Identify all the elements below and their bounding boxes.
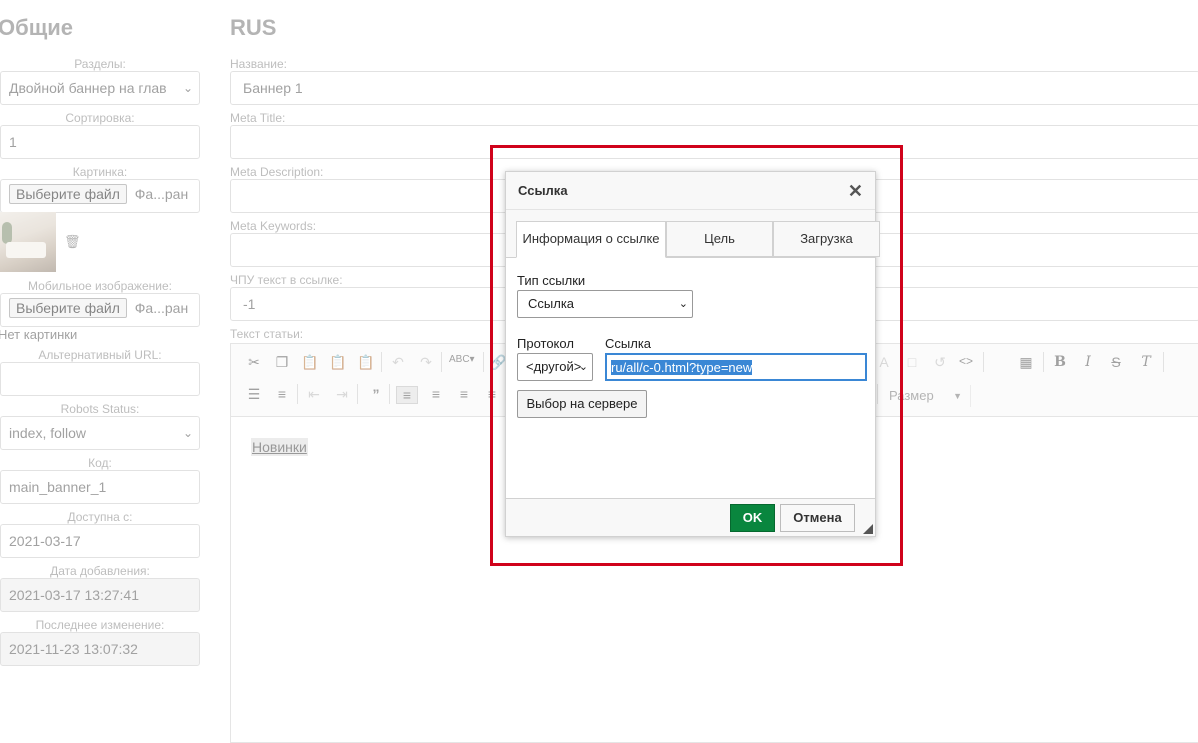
copy-icon[interactable]: ❐: [271, 354, 293, 371]
url-input[interactable]: ru/all/c-0.html?type=new: [605, 353, 867, 381]
paste-word-icon[interactable]: 📋: [355, 354, 377, 371]
mobile-choose-file-button[interactable]: Выберите файл: [9, 298, 127, 318]
tab-upload[interactable]: Загрузка: [773, 221, 880, 257]
numbered-list-icon[interactable]: ☰: [243, 386, 265, 403]
robots-select-value: index, follow: [9, 425, 87, 441]
tab-link-info[interactable]: Информация о ссылке: [516, 221, 666, 258]
link-type-value: Ссылка: [528, 296, 575, 311]
align-right-icon[interactable]: ≡: [453, 386, 475, 402]
ok-button[interactable]: OK: [730, 504, 775, 532]
bulleted-list-icon[interactable]: ≡: [271, 386, 293, 402]
article-label: Текст статьи:: [230, 327, 304, 341]
protocol-value: <другой>: [526, 359, 582, 374]
mobile-image-label: Мобильное изображение:: [28, 279, 172, 293]
strike-icon[interactable]: S: [1105, 354, 1127, 370]
alt-url-label: Альтернативный URL:: [38, 348, 162, 362]
editor-link-text[interactable]: Новинки: [251, 438, 308, 456]
clear-format-icon[interactable]: T: [1135, 354, 1157, 370]
indent-icon[interactable]: ⇥: [331, 386, 353, 403]
blockquote-icon[interactable]: ”: [365, 386, 387, 402]
name-label: Название:: [230, 57, 287, 71]
sort-label: Сортировка:: [65, 111, 135, 125]
slug-label: ЧПУ текст в ссылке:: [230, 273, 343, 287]
paste-text-icon[interactable]: 📋: [327, 354, 349, 371]
code-input[interactable]: main_banner_1: [0, 470, 200, 504]
link-type-label: Тип ссылки: [517, 273, 586, 288]
alt-url-input[interactable]: [0, 362, 200, 396]
banner-thumbnail: [0, 212, 56, 272]
table-icon[interactable]: ▦: [1015, 354, 1037, 371]
comment-icon[interactable]: □: [901, 354, 923, 370]
meta-keywords-label: Meta Keywords:: [230, 219, 317, 233]
chevron-down-icon: ⌄: [182, 426, 193, 440]
meta-description-label: Meta Description:: [230, 165, 324, 179]
align-left-icon[interactable]: ≡: [396, 386, 418, 404]
bold-icon[interactable]: B: [1049, 354, 1071, 370]
sections-select-value: Двойной баннер на глав: [9, 80, 167, 96]
browse-server-button[interactable]: Выбор на сервере: [517, 390, 647, 418]
meta-title-label: Meta Title:: [230, 111, 286, 125]
cut-icon[interactable]: ✂: [243, 354, 265, 371]
dialog-title-bar: Ссылка ✕: [506, 172, 875, 210]
remove-format-icon[interactable]: ↺: [929, 354, 951, 371]
sections-select[interactable]: Двойной баннер на глав ⌄: [0, 71, 200, 105]
modified-value: 2021-11-23 13:07:32: [0, 632, 200, 666]
paste-icon[interactable]: 📋: [299, 354, 321, 371]
close-icon[interactable]: ✕: [848, 172, 863, 210]
mobile-image-file-input[interactable]: Выберите файл Фа...ран: [0, 293, 200, 327]
url-label: Ссылка: [605, 336, 652, 351]
dialog-footer: OK Отмена: [506, 498, 875, 536]
undo-icon[interactable]: ↶: [387, 354, 409, 371]
protocol-label: Протокол: [517, 336, 574, 351]
choose-file-button[interactable]: Выберите файл: [9, 184, 127, 204]
available-label: Доступна с:: [67, 510, 133, 524]
chevron-down-icon: ▼: [953, 391, 962, 401]
link-dialog: Ссылка ✕ Информация о ссылке Цель Загруз…: [505, 171, 880, 537]
modified-label: Последнее изменение:: [35, 618, 165, 632]
spellcheck-icon[interactable]: ABC▾: [449, 354, 475, 365]
file-status: Фа...ран: [134, 186, 189, 202]
redo-icon[interactable]: ↷: [415, 354, 437, 371]
resize-handle-icon[interactable]: [863, 524, 873, 534]
sections-label: Разделы:: [74, 57, 126, 71]
chevron-down-icon: ⌄: [182, 81, 193, 95]
url-selected-text: ru/all/c-0.html?type=new: [611, 360, 753, 375]
trash-icon[interactable]: 🗑: [64, 234, 81, 250]
link-type-select[interactable]: Ссылка ⌄: [517, 290, 693, 318]
robots-label: Robots Status:: [60, 402, 140, 416]
image-file-input[interactable]: Выберите файл Фа...ран: [0, 179, 200, 213]
rus-section-title: RUS: [230, 15, 277, 40]
available-input[interactable]: 2021-03-17: [0, 524, 200, 558]
outdent-icon[interactable]: ⇤: [303, 386, 325, 403]
added-value: 2021-03-17 13:27:41: [0, 578, 200, 612]
no-image-text: Нет картинки: [0, 327, 78, 342]
name-input[interactable]: Баннер 1: [230, 71, 1198, 105]
chevron-down-icon: ⌄: [578, 361, 588, 373]
dialog-tabs: Информация о ссылке Цель Загрузка: [506, 210, 880, 258]
robots-select[interactable]: index, follow ⌄: [0, 416, 200, 450]
protocol-select[interactable]: <другой> ⌄: [517, 353, 593, 381]
source-icon[interactable]: <>: [955, 354, 977, 368]
general-section-title: Общие: [0, 15, 74, 40]
image-label: Картинка:: [72, 165, 128, 179]
added-label: Дата добавления:: [50, 564, 150, 578]
italic-icon[interactable]: I: [1077, 354, 1099, 370]
cancel-button[interactable]: Отмена: [780, 504, 855, 532]
tab-target[interactable]: Цель: [666, 221, 773, 257]
sort-input[interactable]: 1: [0, 125, 200, 159]
align-center-icon[interactable]: ≡: [425, 386, 447, 402]
dialog-title: Ссылка: [518, 183, 568, 198]
mobile-file-status: Фа...ран: [134, 300, 189, 316]
code-label: Код:: [88, 456, 112, 470]
chevron-down-icon: ⌄: [678, 298, 688, 310]
